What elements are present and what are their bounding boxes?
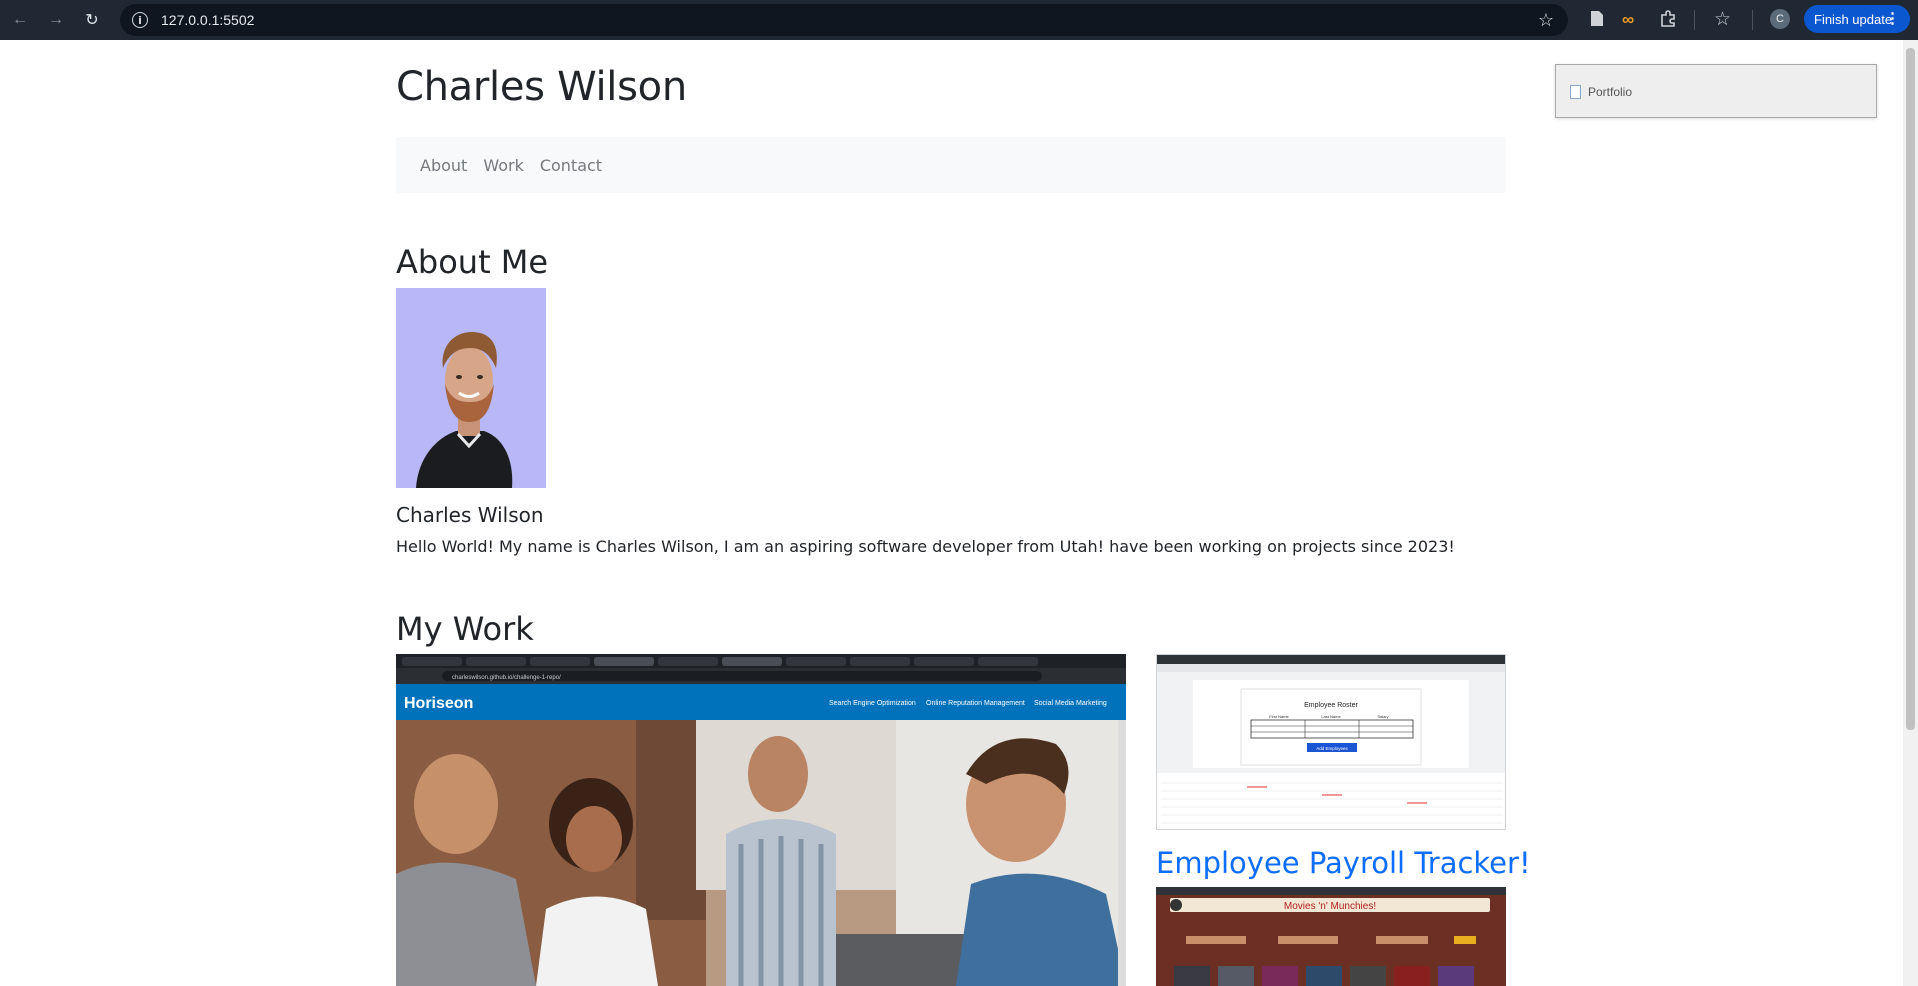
finish-update-label: Finish update [1814,11,1893,27]
infinity-extension-icon[interactable]: ∞ [1622,9,1634,31]
address-bar[interactable]: i 127.0.0.1:5502 ☆ [120,4,1568,36]
horiseon-nav-item: Online Reputation Management [926,700,1025,707]
page-title: Charles Wilson [396,64,687,110]
project-screenshot-horiseon[interactable]: charleswilson.github.io/challenge-1-repo… [396,654,1126,986]
finish-update-button[interactable]: Finish update ⋮ [1804,5,1910,33]
menu-dots-icon[interactable]: ⋮ [1885,9,1900,27]
payroll-project-link[interactable]: Employee Payroll Tracker! [1156,846,1531,880]
back-icon[interactable]: ← [9,9,31,31]
horiseon-nav-item: Social Media Marketing [1034,700,1107,707]
work-heading: My Work [396,610,534,648]
toolbar-divider [1694,10,1695,30]
info-icon[interactable]: i [132,12,148,28]
toolbar-divider [1752,10,1753,30]
payroll-col: First Name [1269,714,1289,719]
document-extension-icon[interactable] [1590,10,1604,27]
about-bio: Hello World! My name is Charles Wilson, … [396,537,1455,556]
page-scrollbar-thumb[interactable] [1906,48,1915,730]
puzzle-extensions-icon[interactable] [1659,10,1677,28]
payroll-col: Salary [1377,714,1388,719]
payroll-title: Employee Roster [1304,702,1358,709]
horiseon-brand: Horiseon [404,695,473,712]
about-heading: About Me [396,243,549,281]
nav-link-work[interactable]: Work [483,156,524,175]
payroll-button: Add Employees [1316,746,1348,751]
browser-toolbar: ← → ↻ i 127.0.0.1:5502 ☆ ∞ ☆ C Finish up… [0,0,1918,40]
tab-tooltip: Portfolio [1555,64,1877,118]
bookmark-star-icon[interactable]: ☆ [1538,10,1554,31]
tooltip-label: Portfolio [1588,85,1633,99]
forward-icon[interactable]: → [45,9,67,31]
movies-title: Movies 'n' Munchies! [1284,901,1376,912]
reload-icon[interactable]: ↻ [81,9,103,31]
nav-link-about[interactable]: About [420,156,467,175]
project-screenshot-payroll[interactable]: Employee Roster First Name Last Name Sal… [1156,654,1506,830]
page-document-icon [1570,85,1581,99]
nav-link-contact[interactable]: Contact [540,156,602,175]
url-text[interactable]: 127.0.0.1:5502 [161,12,254,28]
favorites-icon[interactable]: ☆ [1714,9,1731,31]
project-screenshot-movies[interactable]: Movies 'n' Munchies! [1156,887,1506,986]
navbar: About Work Contact [396,137,1506,193]
payroll-col: Last Name [1321,714,1341,719]
profile-photo [396,288,546,488]
profile-avatar[interactable]: C [1770,9,1790,29]
horiseon-nav-item: Search Engine Optimization [829,700,916,707]
about-name: Charles Wilson [396,503,544,527]
horiseon-url: charleswilson.github.io/challenge-1-repo… [452,675,561,681]
